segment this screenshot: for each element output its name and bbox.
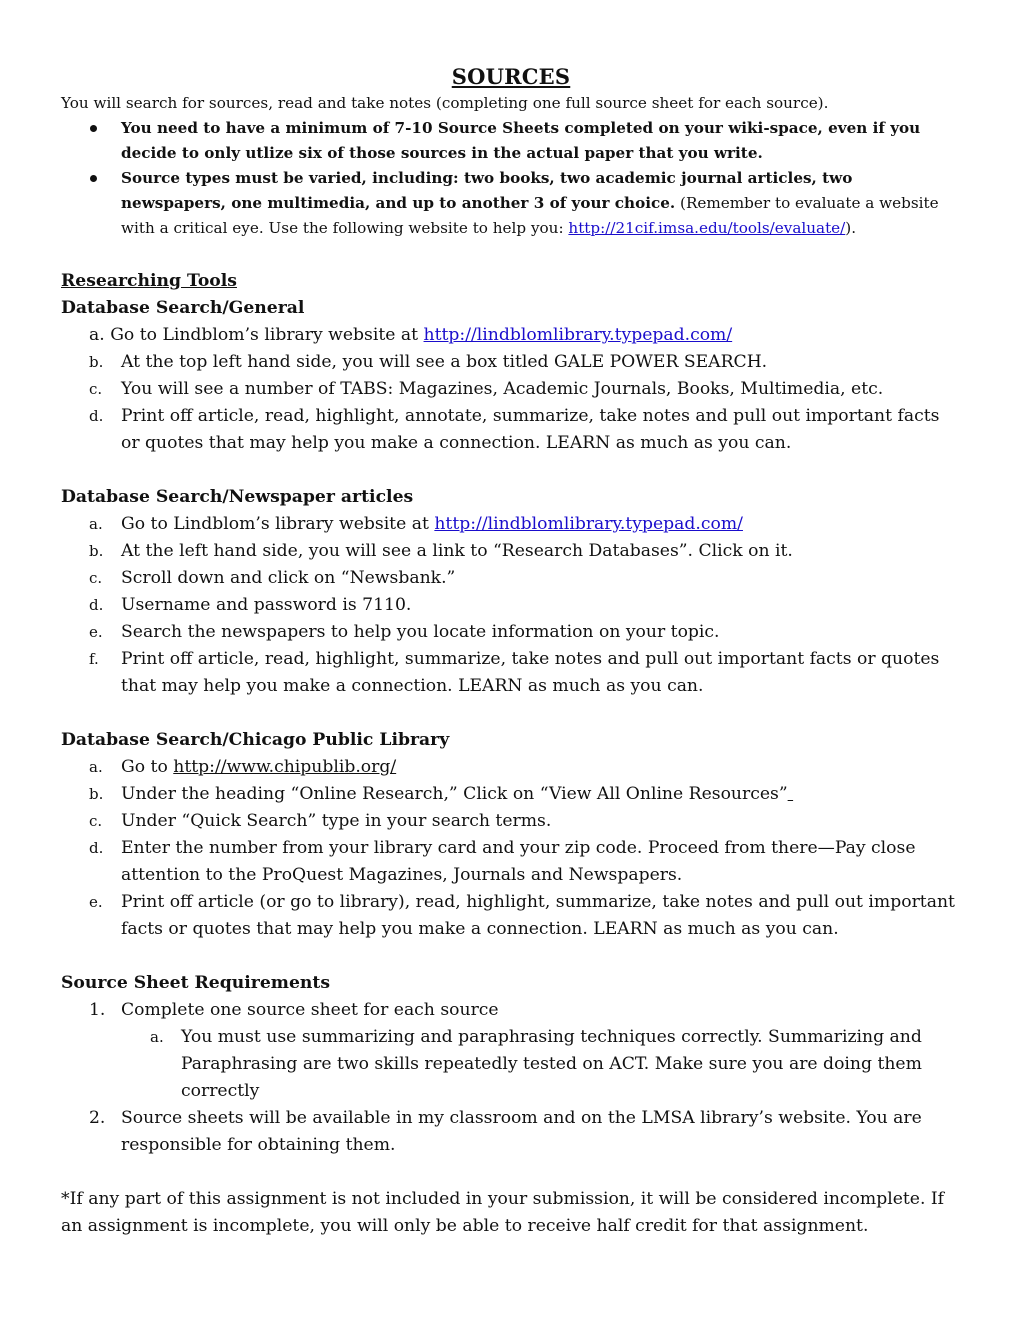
requirement-subtext: You must use summarizing and paraphrasin…	[181, 1027, 922, 1101]
list-item: 2. Source sheets will be available in my…	[61, 1105, 961, 1159]
bullet-note-end: ).	[845, 219, 857, 237]
list-item: c. Under “Quick Search” type in your sear…	[61, 808, 961, 835]
document-page: SOURCES You will search for sources, rea…	[61, 62, 961, 1240]
list-marker: a.	[150, 1028, 164, 1046]
list-item: b. At the left hand side, you will see a …	[61, 538, 961, 565]
list-marker: a.	[89, 325, 105, 345]
list-item: a. You must use summarizing and paraphra…	[61, 1024, 961, 1105]
list-item: c. Scroll down and click on “Newsbank.”	[61, 565, 961, 592]
list-marker: d.	[89, 596, 104, 614]
bullet-item: You need to have a minimum of 7-10 Sourc…	[61, 116, 961, 166]
step-text: Go to	[121, 757, 174, 777]
section-heading-general: Database Search/General	[61, 298, 305, 318]
list-marker: a.	[89, 515, 103, 533]
bullet-bold-text: You need to have a minimum of 7-10 Sourc…	[121, 119, 921, 162]
list-item: b. At the top left hand side, you will se…	[61, 349, 961, 376]
requirements-list-continued: 2. Source sheets will be available in my…	[61, 1105, 961, 1159]
list-marker: 2.	[89, 1108, 106, 1128]
list-item: d. Enter the number from your library car…	[61, 835, 961, 889]
requirement-text: Source sheets will be available in my cl…	[121, 1108, 922, 1155]
list-marker: d.	[89, 407, 104, 425]
list-item: f. Print off article, read, highlight, su…	[61, 646, 961, 700]
intro-text: You will search for sources, read and ta…	[61, 94, 829, 112]
footnote: *If any part of this assignment is not i…	[61, 1189, 945, 1236]
step-text: You will see a number of TABS: Magazines…	[121, 379, 884, 399]
step-text: Go to Lindblom’s library website at	[121, 514, 435, 534]
list-item: c. You will see a number of TABS: Magazin…	[61, 376, 961, 403]
requirement-text: Complete one source sheet for each sourc…	[121, 1000, 499, 1020]
step-text: At the top left hand side, you will see …	[121, 352, 768, 372]
lindblom-library-link[interactable]: http://lindblomlibrary.typepad.com/	[424, 325, 733, 345]
list-marker: f.	[89, 650, 99, 668]
list-item: 1. Complete one source sheet for each so…	[61, 997, 961, 1024]
page-title: SOURCES	[451, 64, 571, 89]
section-heading-requirements: Source Sheet Requirements	[61, 973, 330, 993]
chicago-steps-list: a. Go to http://www.chipublib.org/ b. Unde…	[61, 754, 961, 943]
list-marker: b.	[89, 785, 104, 803]
step-text: Scroll down and click on “Newsbank.”	[121, 568, 456, 588]
list-item: d. Username and password is 7110.	[61, 592, 961, 619]
chipublib-link[interactable]: http://www.chipublib.org/	[173, 757, 396, 777]
general-steps-list: a. Go to Lindblom’s library website at h…	[61, 322, 961, 457]
section-heading-chicago: Database Search/Chicago Public Library	[61, 730, 450, 750]
list-item: b. Under the heading “Online Research,” C…	[61, 781, 961, 808]
step-text: Print off article, read, highlight, summ…	[121, 649, 940, 696]
step-text: Under the heading “Online Research,” Cli…	[121, 784, 788, 804]
step-text: Under “Quick Search” type in your search…	[121, 811, 552, 831]
step-text: Enter the number from your library card …	[121, 838, 916, 885]
list-marker: a.	[89, 758, 103, 776]
list-marker: e.	[89, 893, 103, 911]
list-item: d. Print off article, read, highlight, an…	[61, 403, 961, 457]
newspaper-steps-list: a. Go to Lindblom’s library website at ht…	[61, 511, 961, 700]
requirements-sublist: a. You must use summarizing and paraphra…	[61, 1024, 961, 1105]
list-item: a. Go to http://www.chipublib.org/	[61, 754, 961, 781]
list-item: a. Go to Lindblom’s library website at ht…	[61, 511, 961, 538]
step-text: Go to Lindblom’s library website at	[110, 325, 424, 345]
list-marker: c.	[89, 812, 103, 830]
step-text: Print off article (or go to library), re…	[121, 892, 955, 939]
requirements-bullet-list: You need to have a minimum of 7-10 Sourc…	[61, 116, 961, 241]
step-text: Search the newspapers to help you locate…	[121, 622, 720, 642]
bullet-item: Source types must be varied, including: …	[61, 166, 961, 241]
list-marker: e.	[89, 623, 103, 641]
list-marker: 1.	[89, 1000, 106, 1020]
list-marker: c.	[89, 569, 103, 587]
step-text: Username and password is 7110.	[121, 595, 412, 615]
list-item: a. Go to Lindblom’s library website at h…	[61, 322, 961, 349]
list-marker: d.	[89, 839, 104, 857]
list-marker: b.	[89, 353, 104, 371]
requirements-list: 1. Complete one source sheet for each so…	[61, 997, 961, 1024]
list-marker: c.	[89, 380, 103, 398]
step-text: Print off article, read, highlight, anno…	[121, 406, 940, 453]
list-marker: b.	[89, 542, 104, 560]
bullet-icon	[90, 175, 97, 182]
lindblom-library-link[interactable]: http://lindblomlibrary.typepad.com/	[434, 514, 743, 534]
list-item: e. Print off article (or go to library), …	[61, 889, 961, 943]
list-item: e. Search the newspapers to help you loca…	[61, 619, 961, 646]
trailing-underline	[788, 784, 793, 804]
section-heading-newspaper: Database Search/Newspaper articles	[61, 487, 414, 507]
evaluate-website-link[interactable]: http://21cif.imsa.edu/tools/evaluate/	[568, 219, 845, 237]
researching-tools-heading: Researching Tools	[61, 271, 237, 291]
step-text: At the left hand side, you will see a li…	[121, 541, 793, 561]
bullet-icon	[90, 125, 97, 132]
